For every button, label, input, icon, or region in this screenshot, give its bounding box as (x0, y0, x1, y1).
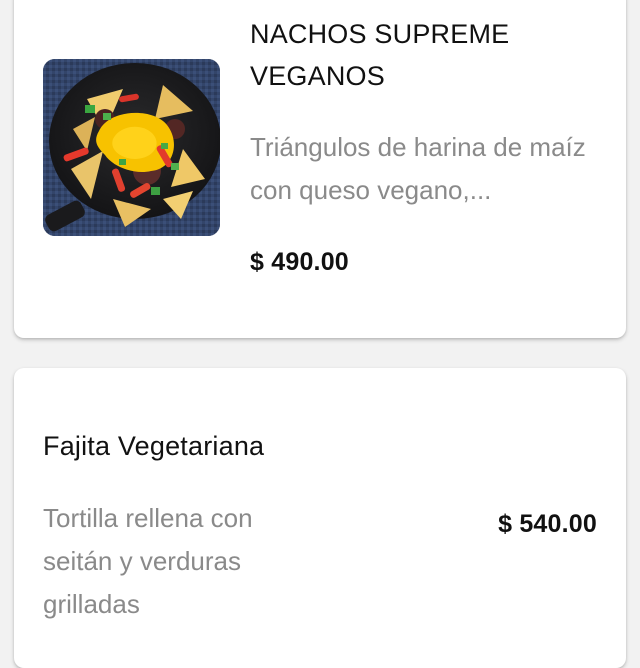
product-description: Tortilla rellena con seitán y verduras g… (43, 503, 253, 619)
product-price: $ 490.00 (250, 248, 349, 276)
product-card[interactable]: NACHOS SUPREME VEGANOS Triángulos de har… (14, 0, 626, 338)
product-image[interactable] (43, 59, 220, 236)
product-title: Fajita Vegetariana (43, 431, 265, 461)
product-card[interactable]: Fajita Vegetariana Tortilla rellena con … (14, 368, 626, 668)
product-price: $ 540.00 (498, 510, 597, 538)
product-description: Triángulos de harina de maíz con queso v… (250, 132, 586, 205)
nachos-photo-icon (43, 59, 220, 236)
product-title: NACHOS SUPREME VEGANOS (250, 19, 510, 91)
